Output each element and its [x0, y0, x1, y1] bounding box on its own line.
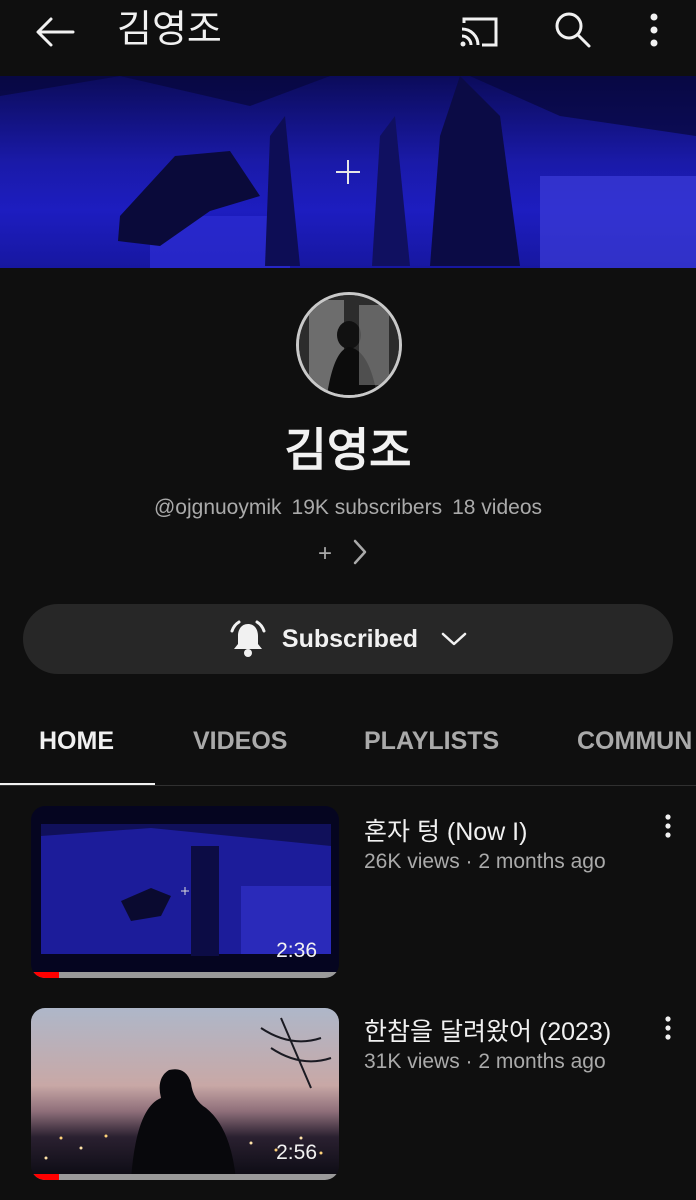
video-title[interactable]: 한참을 달려왔어 (2023): [364, 1016, 611, 1048]
chevron-down-icon: [440, 629, 468, 649]
channel-meta: @ojgnuoymik 19K subscribers 18 videos: [0, 494, 696, 522]
bell-ringing-icon: [228, 619, 268, 659]
list-item[interactable]: 2:56 한참을 달려왔어 (2023) 31K views · 2 month…: [0, 1008, 696, 1188]
video-duration: 2:36: [276, 939, 317, 962]
channel-links[interactable]: +: [318, 538, 388, 570]
video-meta: 31K views · 2 months ago: [364, 1050, 606, 1073]
tab-home[interactable]: HOME: [39, 726, 114, 756]
top-app-bar: 김영조: [0, 0, 696, 76]
chevron-right-icon: [352, 539, 368, 570]
video-meta: 26K views · 2 months ago: [364, 850, 606, 873]
tab-videos[interactable]: VIDEOS: [193, 726, 287, 756]
watch-progress-track: [31, 1174, 339, 1180]
watch-progress-track: [31, 972, 339, 978]
cast-icon[interactable]: [455, 10, 503, 54]
page-title: 김영조: [117, 9, 222, 51]
tab-playlists[interactable]: PLAYLISTS: [364, 726, 499, 756]
video-thumbnail[interactable]: 2:36: [31, 806, 339, 978]
subscribed-label: Subscribed: [281, 624, 419, 653]
more-vert-icon[interactable]: [656, 810, 680, 842]
more-vert-icon[interactable]: [656, 1012, 680, 1044]
links-plus: +: [318, 540, 333, 567]
watch-progress-bar: [31, 1174, 59, 1180]
more-vert-icon[interactable]: [632, 8, 676, 52]
channel-avatar[interactable]: [296, 292, 402, 398]
search-icon[interactable]: [549, 8, 597, 52]
video-count: 18 videos: [452, 496, 543, 519]
video-title[interactable]: 혼자 텅 (Now I): [364, 816, 527, 848]
subscriber-count: 19K subscribers: [291, 496, 443, 519]
video-duration: 2:56: [276, 1141, 317, 1164]
tab-community[interactable]: COMMUN: [577, 726, 692, 756]
subscribed-button[interactable]: Subscribed: [23, 604, 673, 674]
watch-progress-bar: [31, 972, 59, 978]
video-thumbnail[interactable]: 2:56: [31, 1008, 339, 1180]
channel-handle[interactable]: @ojgnuoymik: [154, 496, 282, 519]
back-arrow-icon[interactable]: [30, 10, 80, 54]
list-item[interactable]: 2:36 혼자 텅 (Now I) 26K views · 2 months a…: [0, 806, 696, 986]
channel-tabs: HOME VIDEOS PLAYLISTS COMMUN: [0, 706, 696, 786]
channel-banner: [0, 76, 696, 268]
active-tab-indicator: [0, 783, 155, 785]
channel-name: 김영조: [284, 424, 412, 476]
